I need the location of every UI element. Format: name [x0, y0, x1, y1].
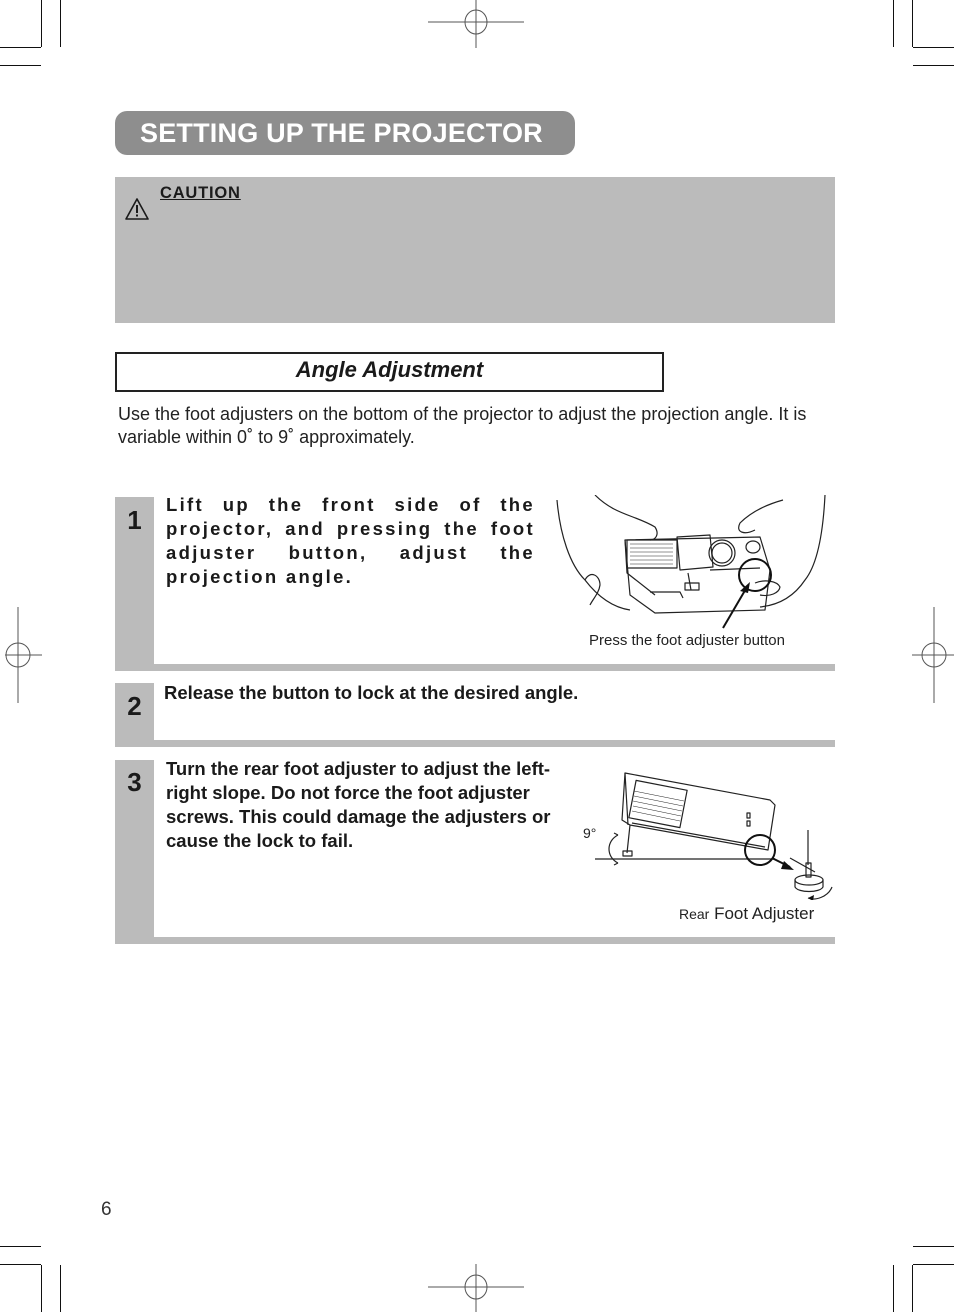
section-intro: Use the foot adjusters on the bottom of …	[118, 404, 807, 447]
caution-box: CAUTION	[115, 177, 835, 323]
page-number: 6	[101, 1199, 112, 1220]
page-title-banner: SETTING UP THE PROJECTOR	[115, 111, 575, 155]
step-1-text: Lift up the front side of the projector,…	[166, 494, 535, 587]
caption-prefix: Rear	[679, 906, 710, 922]
figure-caption-rear-foot-adjuster: Rear Foot Adjuster	[679, 904, 814, 924]
section-title: Angle Adjustment	[295, 357, 484, 382]
warning-triangle-icon	[125, 198, 149, 220]
step-number: 3	[127, 767, 142, 797]
step-number: 2	[127, 691, 142, 721]
figure-caption-press-button: Press the foot adjuster button	[589, 632, 785, 649]
step-number: 1	[127, 505, 142, 535]
step-3-text: Turn the rear foot adjuster to adjust th…	[166, 758, 551, 851]
caution-heading: CAUTION	[160, 184, 241, 202]
angle-label: 9°	[583, 825, 597, 841]
projector-lift-illustration	[556, 495, 826, 629]
page-title: SETTING UP THE PROJECTOR	[140, 118, 543, 148]
step-2-text: Release the button to lock at the desire…	[164, 682, 579, 703]
section-heading-box: Angle Adjustment	[115, 352, 664, 392]
caption-main: Foot Adjuster	[714, 904, 815, 923]
rear-foot-adjuster-illustration	[595, 772, 833, 900]
